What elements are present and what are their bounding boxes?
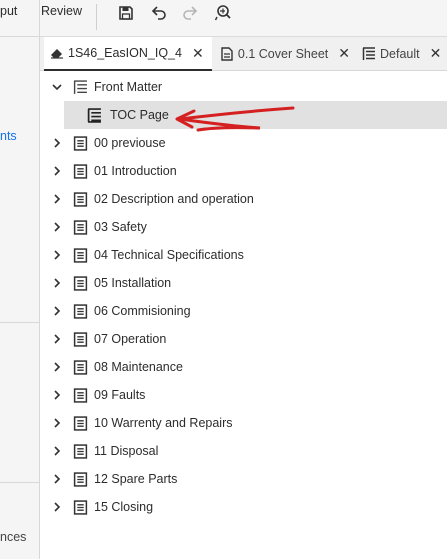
tree-item-label: 10 Warrenty and Repairs xyxy=(94,416,233,430)
chevron-right-icon[interactable] xyxy=(51,389,63,401)
document-icon xyxy=(73,443,88,459)
chevron-right-icon[interactable] xyxy=(51,221,63,233)
tab-cover-sheet[interactable]: 0.1 Cover Sheet ✕ xyxy=(214,37,350,70)
tree-item-chapter[interactable]: 15 Closing xyxy=(40,493,447,521)
left-divider xyxy=(0,322,40,323)
tree-item-label: 07 Operation xyxy=(94,332,167,346)
document-icon xyxy=(73,219,88,235)
find-replace-button[interactable] xyxy=(211,2,235,24)
top-toolbar: Review xyxy=(40,0,447,37)
tree-item-label: 00 previouse xyxy=(94,136,166,150)
tree-item-label: TOC Page xyxy=(110,108,169,122)
tree-item-label: 04 Technical Specifications xyxy=(94,248,244,262)
toolbar-separator xyxy=(96,4,97,30)
tree-item-label: 11 Disposal xyxy=(94,444,159,458)
chevron-right-icon[interactable] xyxy=(51,361,63,373)
tree-item-chapter[interactable]: 04 Technical Specifications xyxy=(40,241,447,269)
tree-item-chapter[interactable]: 12 Spare Parts xyxy=(40,465,447,493)
document-icon xyxy=(73,191,88,207)
document-icon xyxy=(73,499,88,515)
left-panel-link[interactable]: nts xyxy=(0,129,17,143)
left-divider xyxy=(0,36,40,37)
tree-item-chapter[interactable]: 02 Description and operation xyxy=(40,185,447,213)
list-icon xyxy=(73,79,87,94)
document-icon xyxy=(220,46,234,61)
document-tabs: 1S46_EasION_IQ_4 ✕ 0.1 Cover Sheet ✕ Def… xyxy=(40,37,447,71)
chevron-right-icon[interactable] xyxy=(51,193,63,205)
document-icon xyxy=(73,135,88,151)
tree-item-chapter[interactable]: 11 Disposal xyxy=(40,437,447,465)
chevron-right-icon[interactable] xyxy=(51,473,63,485)
tree-item-label: 03 Safety xyxy=(94,220,147,234)
tree-item-chapter[interactable]: 10 Warrenty and Repairs xyxy=(40,409,447,437)
tree-item-chapter[interactable]: 06 Commisioning xyxy=(40,297,447,325)
tree-item-chapter[interactable]: 08 Maintenance xyxy=(40,353,447,381)
left-panel: put nts nces xyxy=(0,0,40,559)
chevron-right-icon[interactable] xyxy=(51,445,63,457)
chevron-right-icon[interactable] xyxy=(51,249,63,261)
undo-icon xyxy=(151,6,166,20)
document-icon xyxy=(73,303,88,319)
document-icon xyxy=(73,387,88,403)
document-icon xyxy=(73,359,88,375)
tree-item-chapter[interactable]: 09 Faults xyxy=(40,381,447,409)
list-icon xyxy=(362,46,376,61)
save-icon xyxy=(119,6,133,20)
tree-item-label: 15 Closing xyxy=(94,500,154,514)
tree-item-chapter[interactable]: 03 Safety xyxy=(40,213,447,241)
document-icon xyxy=(73,331,88,347)
document-icon xyxy=(73,275,88,291)
menu-review[interactable]: Review xyxy=(41,4,82,18)
tree-item-chapter[interactable]: 00 previouse xyxy=(40,129,447,157)
tree-item-label: 06 Commisioning xyxy=(94,304,191,318)
tree-item-front-matter[interactable]: Front Matter xyxy=(40,73,447,101)
tab-label: 0.1 Cover Sheet xyxy=(237,46,329,61)
menu-output-label[interactable]: put xyxy=(0,4,17,18)
chevron-down-icon[interactable] xyxy=(51,81,63,93)
chevron-right-icon[interactable] xyxy=(51,333,63,345)
find-icon xyxy=(214,5,231,21)
tab-close-button[interactable]: ✕ xyxy=(430,45,442,62)
document-icon xyxy=(73,247,88,263)
tree-item-label: 01 Introduction xyxy=(94,164,177,178)
tab-close-button[interactable]: ✕ xyxy=(192,45,204,62)
tab-label: Default xyxy=(380,46,420,61)
tab-close-button[interactable]: ✕ xyxy=(338,45,350,62)
left-panel-preferences-label[interactable]: nces xyxy=(0,530,26,544)
tab-label: 1S46_EasION_IQ_4 xyxy=(68,46,182,60)
save-button[interactable] xyxy=(114,2,138,24)
eraser-icon xyxy=(50,46,64,60)
tree-item-label: 09 Faults xyxy=(94,388,146,402)
tree-item-chapter[interactable]: 07 Operation xyxy=(40,325,447,353)
toc-list-icon xyxy=(87,107,101,123)
tree-item-chapter[interactable]: 01 Introduction xyxy=(40,157,447,185)
document-icon xyxy=(73,163,88,179)
redo-icon xyxy=(183,6,198,20)
tree-item-label: 05 Installation xyxy=(94,276,172,290)
tree-item-chapter[interactable]: 05 Installation xyxy=(40,269,447,297)
tab-1s46-easion[interactable]: 1S46_EasION_IQ_4 ✕ xyxy=(44,37,212,71)
document-icon xyxy=(73,471,88,487)
tree-item-label: 02 Description and operation xyxy=(94,192,254,206)
redo-button[interactable] xyxy=(178,2,202,24)
tree-item-label: 08 Maintenance xyxy=(94,360,183,374)
tree-item-toc-page[interactable]: TOC Page xyxy=(64,101,447,129)
tab-default[interactable]: Default ✕ xyxy=(362,37,447,70)
chevron-right-icon[interactable] xyxy=(51,165,63,177)
chevron-right-icon[interactable] xyxy=(51,137,63,149)
chevron-right-icon[interactable] xyxy=(51,501,63,513)
tree-item-label: Front Matter xyxy=(94,80,163,94)
tree-item-label: 12 Spare Parts xyxy=(94,472,178,486)
left-divider xyxy=(0,482,40,483)
document-icon xyxy=(73,415,88,431)
chevron-right-icon[interactable] xyxy=(51,417,63,429)
chevron-right-icon[interactable] xyxy=(51,277,63,289)
chevron-right-icon[interactable] xyxy=(51,305,63,317)
undo-button[interactable] xyxy=(147,2,171,24)
